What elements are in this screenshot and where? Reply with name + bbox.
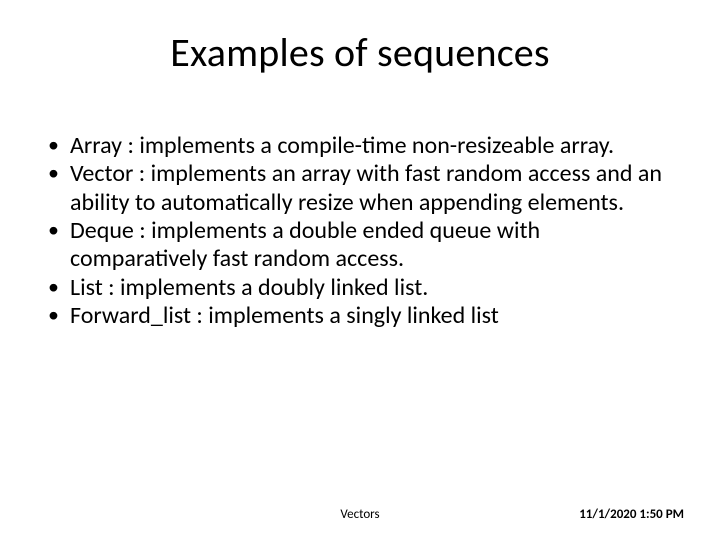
footer-timestamp: 11/1/2020 1:50 PM (579, 507, 684, 522)
bullet-text: Deque : implements a double ended queue … (70, 216, 540, 273)
list-item: Vector : implements an array with fast r… (46, 160, 666, 217)
bullet-list: Array : implements a compile-time non-re… (46, 132, 666, 330)
list-item: Deque : implements a double ended queue … (46, 217, 666, 274)
slide-body: Array : implements a compile-time non-re… (46, 132, 666, 330)
bullet-text: Array : implements a compile-time non-re… (70, 131, 614, 160)
bullet-text: Forward_list : implements a singly linke… (70, 301, 499, 330)
bullet-text: List : implements a doubly linked list. (70, 273, 428, 302)
bullet-text: Vector : implements an array with fast r… (70, 159, 662, 216)
list-item: List : implements a doubly linked list. (46, 274, 666, 302)
slide: Examples of sequences Array : implements… (0, 0, 720, 540)
list-item: Array : implements a compile-time non-re… (46, 132, 666, 160)
list-item: Forward_list : implements a singly linke… (46, 302, 666, 330)
slide-title: Examples of sequences (0, 28, 720, 77)
